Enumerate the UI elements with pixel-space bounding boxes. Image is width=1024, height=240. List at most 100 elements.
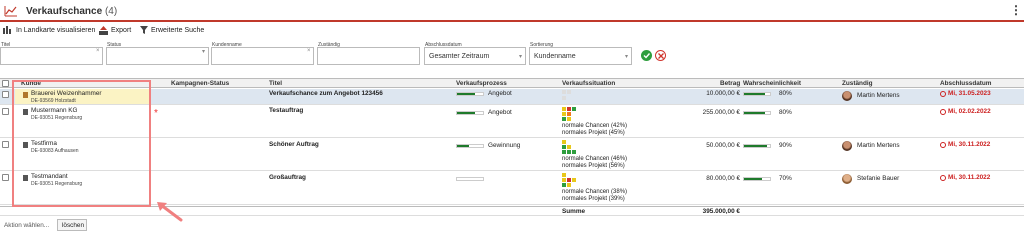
situation-square (567, 112, 571, 116)
sales-process-bar (456, 144, 484, 148)
export-label: Export (111, 27, 132, 34)
sales-process-bar (456, 111, 484, 115)
col-titel[interactable]: Titel (269, 80, 282, 87)
col-verkaufsprozess[interactable]: Verkaufsprozess (456, 80, 507, 87)
amount: 80.000,00 € (706, 175, 740, 182)
toolbar: In Landkarte visualisieren Export Erweit… (0, 24, 1024, 38)
advanced-search-button[interactable]: Erweiterte Suche (140, 26, 204, 34)
situation-square (562, 112, 566, 116)
amount: 50.000,00 € (706, 142, 740, 149)
reset-filter-button[interactable] (655, 50, 666, 61)
close-date: Mi, 30.11.2022 (948, 141, 991, 148)
delete-button[interactable]: löschen (57, 219, 87, 231)
responsible-name[interactable]: Martin Mertens (857, 92, 900, 99)
avatar (842, 174, 852, 184)
filter-sortierung-select[interactable]: Kundenname ▾ (529, 47, 632, 65)
situation-line: normale Chancen (42%) (562, 123, 628, 129)
opportunity-title[interactable]: Verkaufschance zum Angebot 123456 (269, 90, 383, 97)
sales-process-stage: Angebot (488, 109, 512, 116)
clear-icon[interactable]: × (96, 48, 100, 54)
filter-titel-input[interactable]: × (0, 47, 103, 65)
apply-filter-button[interactable] (641, 50, 652, 61)
probability-bar (743, 92, 771, 96)
col-betrag[interactable]: Betrag (720, 80, 740, 87)
situation-line: normale Chancen (46%) (562, 156, 628, 162)
probability-text: 80% (779, 90, 792, 97)
amount: 255.000,00 € (702, 109, 740, 116)
more-menu-icon[interactable]: ⋮ (1010, 4, 1022, 16)
sales-process-bar (456, 92, 484, 96)
table-header: Kunde Kampagnen-Status Titel Verkaufspro… (0, 78, 1024, 88)
probability-bar (743, 144, 771, 148)
opportunity-title[interactable]: Schöner Auftrag (269, 141, 319, 148)
probability-bar (743, 111, 771, 115)
situation-square (562, 183, 566, 187)
situation-line: normales Projekt (56%) (562, 163, 625, 169)
situation-square (567, 178, 571, 182)
sum-label: Summe (562, 208, 586, 215)
responsible-name[interactable]: Martin Mertens (857, 142, 900, 149)
clock-icon (940, 175, 946, 181)
situation-square (572, 178, 576, 182)
export-button[interactable]: Export (99, 26, 131, 35)
situation-square (562, 96, 566, 100)
avatar (842, 91, 852, 101)
table-row[interactable]: Brauerei Weizenhammer DE-93569 Holzstadt… (0, 89, 1024, 105)
opportunity-title[interactable]: Großauftrag (269, 174, 306, 181)
situation-square (562, 117, 566, 121)
filter-abschlussdatum-select[interactable]: Gesamter Zeitraum ▾ (424, 47, 526, 65)
table-row[interactable]: Mustermann KG DE-93051 Regensburg * Test… (0, 106, 1024, 138)
filter-kundenname-input[interactable]: × (211, 47, 314, 65)
advanced-search-label: Erweiterte Suche (151, 26, 205, 34)
record-count: (4) (104, 6, 118, 17)
situation-line: normales Projekt (39%) (562, 196, 625, 202)
page-header: Verkaufschance (4) ⋮ (0, 0, 1024, 22)
map-icon (3, 26, 11, 34)
probability-text: 80% (779, 109, 792, 116)
filter-status-select[interactable]: ▾ (106, 47, 209, 65)
situation-line: normales Projekt (45%) (562, 130, 625, 136)
filter-zustaendig-input[interactable] (317, 47, 420, 65)
chevron-down-icon: ▾ (202, 49, 206, 55)
col-kampagnen-status[interactable]: Kampagnen-Status (171, 80, 229, 87)
check-icon (643, 53, 651, 59)
col-abschlussdatum[interactable]: Abschlussdatum (940, 80, 992, 87)
situation-square (572, 107, 576, 111)
col-zustaendig[interactable]: Zuständig (842, 80, 873, 87)
probability-bar (743, 177, 771, 181)
chart-line-icon (4, 6, 17, 17)
situation-square (567, 150, 571, 154)
row-checkbox[interactable] (2, 174, 9, 181)
row-checkbox[interactable] (2, 108, 9, 115)
map-visualize-button[interactable]: In Landkarte visualisieren (3, 26, 95, 34)
situation-square (567, 117, 571, 121)
opportunity-title[interactable]: Testauftrag (269, 107, 303, 114)
annotation-arrow-icon (157, 202, 183, 222)
annotation-highlight-box (12, 80, 151, 207)
situation-square (562, 107, 566, 111)
col-verkaufssituation[interactable]: Verkaufssituation (562, 80, 615, 87)
probability-fill (744, 93, 765, 95)
action-select[interactable]: Aktion wählen... (4, 222, 49, 229)
required-star-icon: * (154, 108, 158, 119)
avatar (842, 141, 852, 151)
sum-row: Summe 395.000,00 € (0, 206, 1024, 216)
col-wahrscheinlichkeit[interactable]: Wahrscheinlichkeit (743, 80, 801, 87)
situation-square (562, 150, 566, 154)
select-all-checkbox[interactable] (2, 80, 9, 87)
responsible-name[interactable]: Stefanie Bauer (857, 175, 899, 182)
sales-process-fill (457, 93, 476, 95)
row-checkbox[interactable] (2, 141, 9, 148)
table-row[interactable]: Testmandant DE-93051 Regensburg Großauft… (0, 172, 1024, 205)
situation-square (562, 90, 566, 94)
filter-icon (140, 26, 148, 34)
close-date: Mi, 30.11.2022 (948, 174, 991, 181)
situation-square (562, 145, 566, 149)
page-title-text: Verkaufschance (26, 6, 103, 17)
clear-icon[interactable]: × (307, 48, 311, 54)
table-row[interactable]: Testfirma DE-93083 Aufhausen Schöner Auf… (0, 139, 1024, 171)
row-checkbox[interactable] (2, 91, 9, 98)
situation-square (567, 107, 571, 111)
situation-square (562, 140, 566, 144)
situation-square (562, 173, 566, 177)
